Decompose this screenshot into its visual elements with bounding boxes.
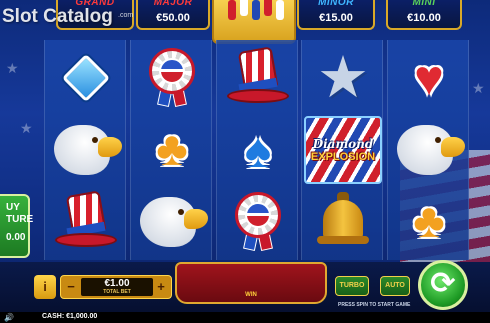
reel-5: ♥ ♣ xyxy=(387,40,469,260)
diamond-explosion-icon: Diamond EXPLOSION xyxy=(304,116,382,184)
buy-feature-line1: UY xyxy=(6,202,20,213)
speaker-icon[interactable]: 🔊 xyxy=(4,313,14,322)
diamond-icon xyxy=(61,53,111,103)
symbol-eagle xyxy=(45,114,127,186)
club-icon: ♣ xyxy=(156,123,188,176)
increase-bet-button[interactable]: + xyxy=(154,278,168,296)
watermark-logo: Slot Catalog xyxy=(2,6,113,27)
watermark-domain: .com xyxy=(118,12,134,19)
jackpot-major-value: €50.00 xyxy=(156,12,190,24)
symbol-hat xyxy=(217,42,299,114)
rosette-icon xyxy=(145,48,199,108)
fireworks-crate xyxy=(212,0,296,44)
symbol-spade: ♠ xyxy=(217,114,299,186)
star-icon: ★ xyxy=(317,45,369,110)
buy-feature-line2: TURE xyxy=(6,214,34,225)
eagle-icon xyxy=(50,121,122,179)
jackpot-mini: MINI €10.00 xyxy=(386,0,462,30)
total-bet-label: TOTAL BET xyxy=(103,289,131,295)
bet-panel: − €1.00 TOTAL BET + xyxy=(60,275,172,299)
uncle-sam-hat-icon xyxy=(227,46,289,107)
jackpot-mini-value: €10.00 xyxy=(407,12,441,24)
club-icon: ♣ xyxy=(413,195,445,248)
reel-4: ★ Diamond EXPLOSION xyxy=(301,40,383,260)
rosette-icon xyxy=(231,192,285,252)
spin-button[interactable]: ⟳ xyxy=(418,260,468,310)
reel-1 xyxy=(44,40,126,260)
reel-grid: ♣ ♠ ★ Diamond EXPLOSION ♥ ♣ xyxy=(44,40,469,260)
symbol-hat xyxy=(45,186,127,258)
spade-icon: ♠ xyxy=(244,122,272,178)
jackpot-major-label: MAJOR xyxy=(153,0,193,8)
symbol-diamond-explosion: Diamond EXPLOSION xyxy=(302,114,384,186)
symbol-club: ♣ xyxy=(131,114,213,186)
diamond-explosion-line1: Diamond xyxy=(312,137,374,151)
star-decoration: ★ xyxy=(6,60,19,76)
reel-3: ♠ xyxy=(216,40,298,260)
symbol-heart: ♥ xyxy=(388,42,470,114)
win-label: WIN xyxy=(245,292,257,298)
jackpot-minor-label: MINOR xyxy=(318,0,354,8)
jackpot-major: MAJOR €50.00 xyxy=(136,0,210,30)
decrease-bet-button[interactable]: − xyxy=(64,278,78,296)
symbol-rosette xyxy=(217,186,299,258)
spin-arrows-icon: ⟳ xyxy=(430,267,456,300)
autoplay-button[interactable]: AUTO xyxy=(380,276,410,296)
total-bet-value: €1.00 xyxy=(104,278,130,289)
win-panel: WIN xyxy=(175,262,327,304)
reel-2: ♣ xyxy=(130,40,212,260)
symbol-diamond xyxy=(45,42,127,114)
symbol-star: ★ xyxy=(302,42,384,114)
symbol-bell xyxy=(302,186,384,258)
jackpot-minor: MINOR €15.00 xyxy=(297,0,375,30)
symbol-rosette xyxy=(131,42,213,114)
eagle-icon xyxy=(136,193,208,251)
turbo-button[interactable]: TURBO xyxy=(335,276,369,296)
star-decoration: ★ xyxy=(20,120,33,136)
symbol-eagle xyxy=(131,186,213,258)
jackpot-minor-value: €15.00 xyxy=(319,12,353,24)
buy-feature-button[interactable]: UY TURE 0.00 xyxy=(0,194,34,258)
buy-feature-price: 0.00 xyxy=(6,232,26,243)
info-button[interactable]: i xyxy=(34,275,56,299)
diamond-explosion-line2: EXPLOSION xyxy=(310,151,376,163)
symbol-eagle xyxy=(388,114,470,186)
cash-balance: CASH: €1,000.00 xyxy=(42,313,98,320)
eagle-icon xyxy=(393,121,465,179)
bet-display: €1.00 TOTAL BET xyxy=(81,278,153,296)
press-spin-hint: PRESS SPIN TO START GAME xyxy=(338,302,411,308)
symbol-club: ♣ xyxy=(388,186,470,258)
liberty-bell-icon xyxy=(315,192,371,252)
heart-icon: ♥ xyxy=(414,50,444,106)
uncle-sam-hat-icon xyxy=(55,190,117,251)
star-decoration: ★ xyxy=(472,80,485,96)
jackpot-mini-label: MINI xyxy=(412,0,436,8)
